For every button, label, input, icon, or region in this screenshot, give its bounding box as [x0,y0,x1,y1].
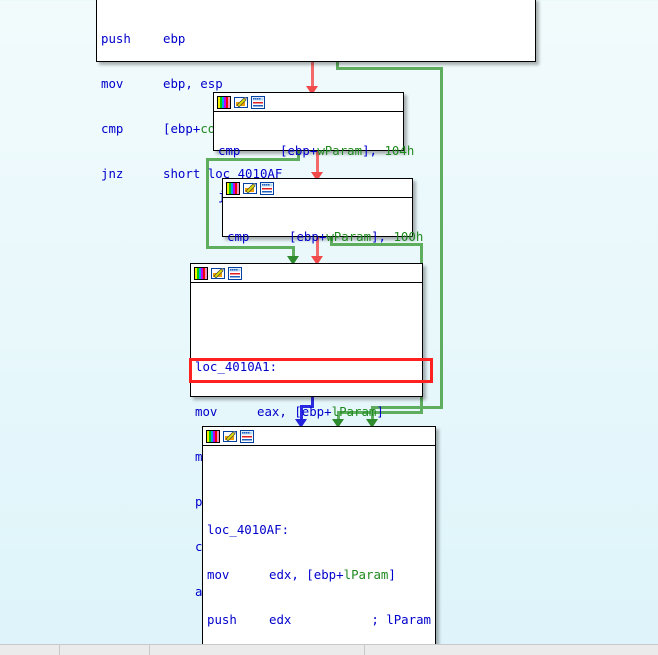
asm-operands: [ebp+wParam], 100h [289,229,424,244]
node-titlebar[interactable] [203,427,435,446]
asm-label[interactable]: loc_4010A1: [195,359,418,374]
graph-node-cmp-100h[interactable]: cmp[ebp+wParam], 100h jnzshort loc_4010A… [222,178,423,289]
asm-operands: ebp [163,31,186,46]
asm-line[interactable]: push edx ; lParam [207,612,431,627]
status-cell [365,645,658,655]
status-bar [0,644,658,655]
asm-operands: [ebp+wParam], 104h [280,143,415,158]
asm-operands: edx, [ebp+lParam] [269,567,396,582]
asm-line[interactable]: mov ebp, esp [101,76,531,91]
color-palette-icon[interactable] [194,266,208,280]
node-titlebar[interactable] [223,179,412,198]
status-cell [60,645,150,655]
node-loc-4010AF-code: loc_4010AF: mov edx, [ebp+lParam] push edx… [203,446,435,655]
asm-label-text: loc_4010AF: [207,522,290,537]
asm-mnemonic: cmp [101,121,124,136]
edit-pencil-icon[interactable] [211,267,225,280]
node-properties-icon[interactable] [240,429,254,443]
node-titlebar[interactable] [191,264,422,283]
asm-line[interactable]: cmp [ebp+wParam], 100h [227,229,423,244]
edit-pencil-icon[interactable] [234,96,248,109]
graph-node-entry[interactable]: pushebp movebp, esp cmp[ebp+code], 0 jnz… [96,0,536,181]
asm-operands: ebp, esp [163,76,223,91]
asm-mnemonic: mov [207,567,230,582]
edit-pencil-icon[interactable] [243,182,257,195]
asm-blank-line [195,314,418,329]
asm-label[interactable]: loc_4010AF: [207,522,431,537]
graph-node-cmp-104h[interactable]: cmp[ebp+wParam], 104h jzshort loc_4010A1 [213,92,414,203]
asm-line[interactable]: push ebp [101,31,531,46]
node-properties-icon[interactable] [251,95,265,109]
status-cell [150,645,365,655]
node-properties-icon[interactable] [260,181,274,195]
asm-mnemonic: jnz [101,166,124,181]
graph-node-loc-4010A1[interactable]: loc_4010A1: moveax, [ebp+lParam] movecx,… [190,263,423,599]
edit-pencil-icon[interactable] [223,430,237,443]
node-titlebar[interactable] [214,93,403,112]
asm-mnemonic: cmp [227,229,250,244]
graph-node-loc-4010AF[interactable]: loc_4010AF: mov edx, [ebp+lParam] push edx… [202,426,436,655]
color-palette-icon[interactable] [206,429,220,443]
asm-mnemonic: push [207,612,237,627]
status-cell [0,645,60,655]
graph-canvas[interactable]: pushebp movebp, esp cmp[ebp+code], 0 jnz… [0,0,658,655]
asm-line[interactable]: mov eax, [ebp+lParam] [195,404,418,419]
asm-mnemonic: cmp [218,143,241,158]
asm-comment: ; lParam [371,612,431,627]
node-properties-icon[interactable] [228,266,242,280]
asm-mnemonic: mov [101,76,124,91]
asm-operands: edx [269,612,292,627]
asm-line[interactable]: cmp [ebp+wParam], 104h [218,143,414,158]
asm-mnemonic: mov [195,404,218,419]
asm-line[interactable]: mov edx, [ebp+lParam] [207,567,431,582]
color-palette-icon[interactable] [217,95,231,109]
asm-mnemonic: push [101,31,131,46]
color-palette-icon[interactable] [226,181,240,195]
asm-label-text: loc_4010A1: [195,359,278,374]
asm-blank-line [207,477,431,492]
asm-operands: eax, [ebp+lParam] [257,404,384,419]
